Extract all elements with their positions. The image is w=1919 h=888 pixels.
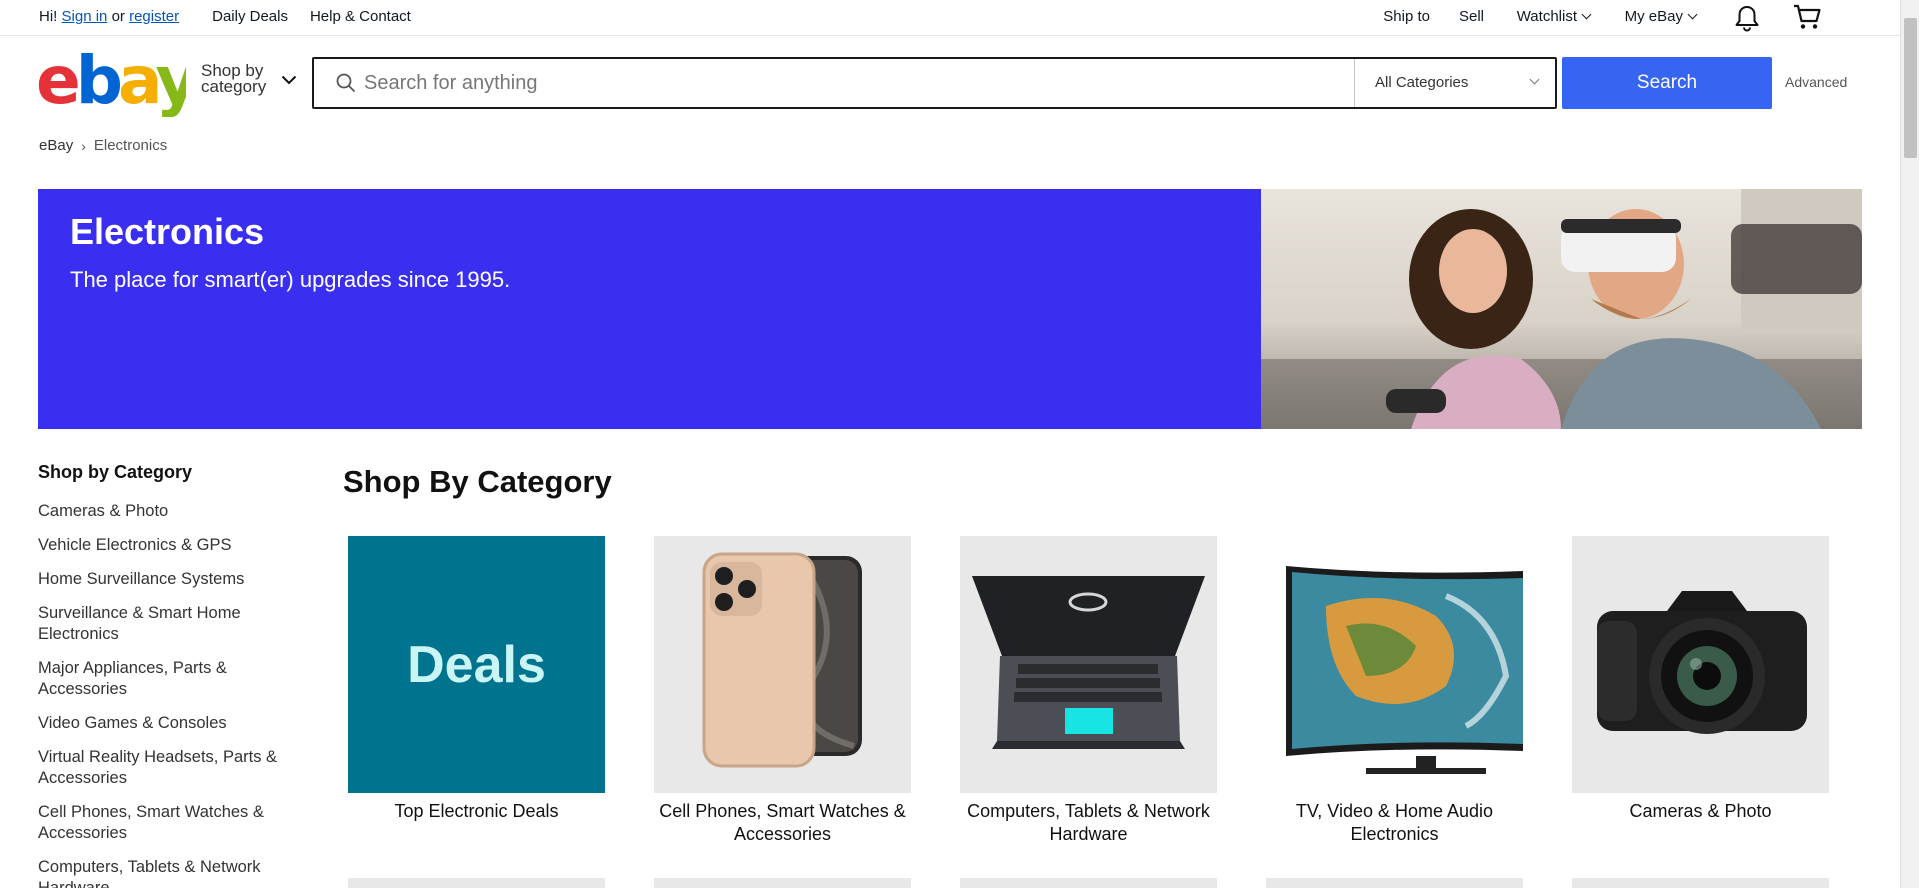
category-card-deals[interactable]: Deals Top Electronic Deals bbox=[348, 536, 605, 823]
account-links: Hi! Sign in or register Daily Deals Help… bbox=[39, 8, 433, 25]
breadcrumb-root-link[interactable]: eBay bbox=[39, 137, 73, 154]
breadcrumb-separator: › bbox=[81, 137, 86, 154]
category-card-label: Cameras & Photo bbox=[1629, 801, 1772, 821]
chevron-down-icon bbox=[1687, 9, 1698, 20]
sidebar-item-video-games[interactable]: Video Games & Consoles bbox=[38, 713, 278, 734]
section-title: Shop By Category bbox=[343, 464, 612, 499]
phone-thumbnail bbox=[654, 536, 911, 793]
my-ebay-menu[interactable]: My eBay bbox=[1624, 8, 1698, 25]
svg-text:ebay: ebay bbox=[36, 51, 186, 117]
search-icon bbox=[336, 73, 356, 93]
category-card-computers[interactable]: Computers, Tablets & Network Hardware bbox=[960, 536, 1217, 846]
laptop-thumbnail bbox=[960, 536, 1217, 793]
category-card-cell-phones[interactable]: Cell Phones, Smart Watches & Accessories bbox=[654, 536, 911, 846]
scrollbar-thumb[interactable] bbox=[1904, 18, 1917, 158]
category-card-row2-peek bbox=[654, 878, 911, 888]
deals-thumbnail: Deals bbox=[348, 536, 605, 793]
watchlist-label: Watchlist bbox=[1516, 8, 1577, 25]
search-box: All Categories bbox=[312, 57, 1557, 109]
category-card-row2-peek bbox=[1572, 878, 1829, 888]
ebay-logo[interactable]: ebay bbox=[36, 42, 203, 119]
greeting-text: Hi! bbox=[39, 8, 58, 25]
shop-by-category-button[interactable]: Shop by category bbox=[201, 62, 267, 96]
search-button[interactable]: Search bbox=[1562, 57, 1772, 109]
category-select-value: All Categories bbox=[1375, 74, 1469, 91]
category-card-label: Computers, Tablets & Network Hardware bbox=[967, 801, 1210, 844]
shop-by-line2: category bbox=[201, 77, 267, 96]
hero-image bbox=[1261, 189, 1862, 429]
sidebar-item-home-surveillance[interactable]: Home Surveillance Systems bbox=[38, 569, 278, 590]
category-card-label: Cell Phones, Smart Watches & Accessories bbox=[659, 801, 906, 844]
sell-link[interactable]: Sell bbox=[1459, 8, 1484, 25]
top-utility-bar: Hi! Sign in or register Daily Deals Help… bbox=[0, 0, 1900, 36]
chevron-down-icon bbox=[1529, 74, 1540, 85]
advanced-search-link[interactable]: Advanced bbox=[1785, 74, 1847, 90]
chevron-down-icon bbox=[1581, 9, 1592, 20]
breadcrumb: eBay › Electronics bbox=[39, 137, 167, 154]
sidebar-item-cell-phones[interactable]: Cell Phones, Smart Watches & Accessories bbox=[38, 802, 278, 844]
or-text: or bbox=[111, 8, 125, 25]
category-card-label: TV, Video & Home Audio Electronics bbox=[1295, 801, 1494, 844]
my-ebay-label: My eBay bbox=[1624, 8, 1683, 25]
bell-icon[interactable] bbox=[1734, 4, 1760, 36]
breadcrumb-current: Electronics bbox=[93, 137, 168, 154]
sidebar-item-vehicle-electronics[interactable]: Vehicle Electronics & GPS bbox=[38, 535, 278, 556]
daily-deals-link[interactable]: Daily Deals bbox=[212, 8, 288, 25]
search-input[interactable] bbox=[364, 67, 1364, 99]
register-link[interactable]: register bbox=[129, 8, 179, 25]
camera-thumbnail bbox=[1572, 536, 1829, 793]
sidebar-item-surveillance-smart-home[interactable]: Surveillance & Smart Home Electronics bbox=[38, 603, 278, 645]
category-select[interactable]: All Categories bbox=[1354, 59, 1555, 107]
cart-icon[interactable] bbox=[1792, 3, 1822, 35]
sidebar-title: Shop by Category bbox=[38, 462, 193, 482]
sidebar-item-vr-headsets[interactable]: Virtual Reality Headsets, Parts & Access… bbox=[38, 747, 278, 789]
help-contact-link[interactable]: Help & Contact bbox=[310, 8, 411, 25]
sidebar-item-cameras-photo[interactable]: Cameras & Photo bbox=[38, 501, 278, 522]
category-card-row2-peek bbox=[960, 878, 1217, 888]
hero-title: Electronics bbox=[70, 211, 265, 252]
category-card-label: Top Electronic Deals bbox=[394, 801, 559, 821]
chevron-down-icon[interactable] bbox=[281, 72, 297, 90]
sidebar-item-major-appliances[interactable]: Major Appliances, Parts & Accessories bbox=[38, 658, 278, 700]
category-card-row2-peek bbox=[1266, 878, 1523, 888]
hero-banner: Electronics The place for smart(er) upgr… bbox=[38, 189, 1862, 429]
sign-in-link[interactable]: Sign in bbox=[62, 8, 108, 25]
page-scrollbar[interactable] bbox=[1900, 0, 1919, 888]
category-card-tv-video[interactable]: TV, Video & Home Audio Electronics bbox=[1266, 536, 1523, 846]
category-card-cameras-photo[interactable]: Cameras & Photo bbox=[1572, 536, 1829, 823]
site-header: ebay Shop by category All Categories Sea… bbox=[0, 37, 1900, 127]
category-sidebar: Shop by Category Cameras & Photo Vehicle… bbox=[38, 462, 278, 888]
hero-subtitle: The place for smart(er) upgrades since 1… bbox=[70, 267, 511, 292]
sidebar-item-computers[interactable]: Computers, Tablets & Network Hardware bbox=[38, 857, 278, 888]
ship-to-link[interactable]: Ship to bbox=[1383, 8, 1430, 25]
category-card-row2-peek bbox=[348, 878, 605, 888]
deals-thumb-text: Deals bbox=[407, 635, 546, 694]
watchlist-menu[interactable]: Watchlist bbox=[1516, 8, 1592, 25]
tv-thumbnail bbox=[1266, 536, 1523, 793]
